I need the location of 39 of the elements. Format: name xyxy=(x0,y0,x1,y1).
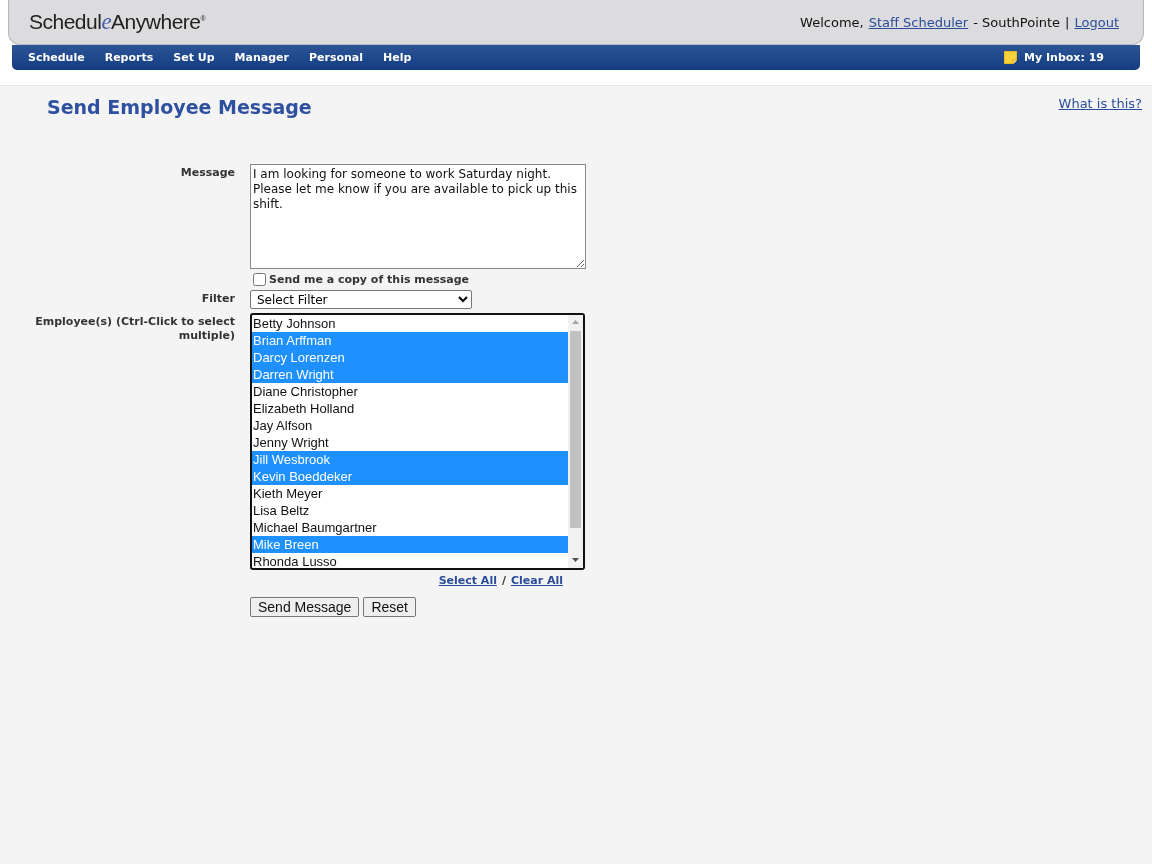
employee-option[interactable]: Michael Baumgartner xyxy=(252,519,568,536)
nav-menu-item[interactable]: Set Up xyxy=(173,51,215,64)
nav-menu-item[interactable]: Manager xyxy=(234,51,289,64)
nav-menu-item[interactable]: Schedule xyxy=(28,51,85,64)
employee-option[interactable]: Diane Christopher xyxy=(252,383,568,400)
inbox-link[interactable]: My Inbox: 19 xyxy=(1004,51,1104,64)
logout-link[interactable]: Logout xyxy=(1074,14,1119,30)
employee-option[interactable]: Betty Johnson xyxy=(252,315,568,332)
nav-menu-item[interactable]: Help xyxy=(383,51,412,64)
slash-separator: / xyxy=(501,574,506,587)
field-label: Employee(s) (Ctrl-Click to select multiple) xyxy=(34,314,235,344)
employee-option[interactable]: Jenny Wright xyxy=(252,434,568,451)
select-all-link[interactable]: Select All xyxy=(438,574,497,587)
filter-dropdown[interactable]: Select Filter xyxy=(250,290,472,309)
help-link[interactable]: What is this? xyxy=(1058,96,1142,111)
app-logo: ScheduleAnywhere$^{®}$ xyxy=(29,9,206,35)
employee-option[interactable]: Kieth Meyer xyxy=(252,485,568,502)
page-title: Send Employee Message xyxy=(47,96,312,118)
nav-menu-item[interactable]: Personal xyxy=(308,51,363,64)
nav-menu-item[interactable]: Reports xyxy=(104,51,154,64)
employee-option[interactable]: Jay Alfson xyxy=(252,417,568,434)
site-name: - SouthPointe xyxy=(973,14,1061,30)
scrollbar[interactable] xyxy=(568,315,583,568)
employee-option[interactable]: Lisa Beltz xyxy=(252,502,568,519)
message-field[interactable]: I am looking for someone to work Saturday night. Please let me know if you are available to pick up this shift. xyxy=(250,164,586,269)
field-label: Filter xyxy=(200,291,235,307)
welcome-text: Welcome, xyxy=(800,14,864,30)
note-icon xyxy=(1004,51,1018,64)
clear-all-link[interactable]: Clear All xyxy=(510,574,563,587)
form-button[interactable]: Send Message xyxy=(250,597,360,617)
separator-text: | xyxy=(1065,14,1070,30)
field-label: Message xyxy=(179,165,235,181)
employee-option[interactable]: Rhonda Lusso xyxy=(252,553,568,570)
employee-listbox[interactable] xyxy=(250,313,585,570)
user-link[interactable]: Staff Scheduler xyxy=(868,14,969,30)
checkbox-label: Send me a copy of this message xyxy=(269,273,470,286)
employee-option[interactable]: Elizabeth Holland xyxy=(252,400,568,417)
form-button[interactable]: Reset xyxy=(363,597,416,617)
copy-checkbox[interactable] xyxy=(253,273,266,286)
